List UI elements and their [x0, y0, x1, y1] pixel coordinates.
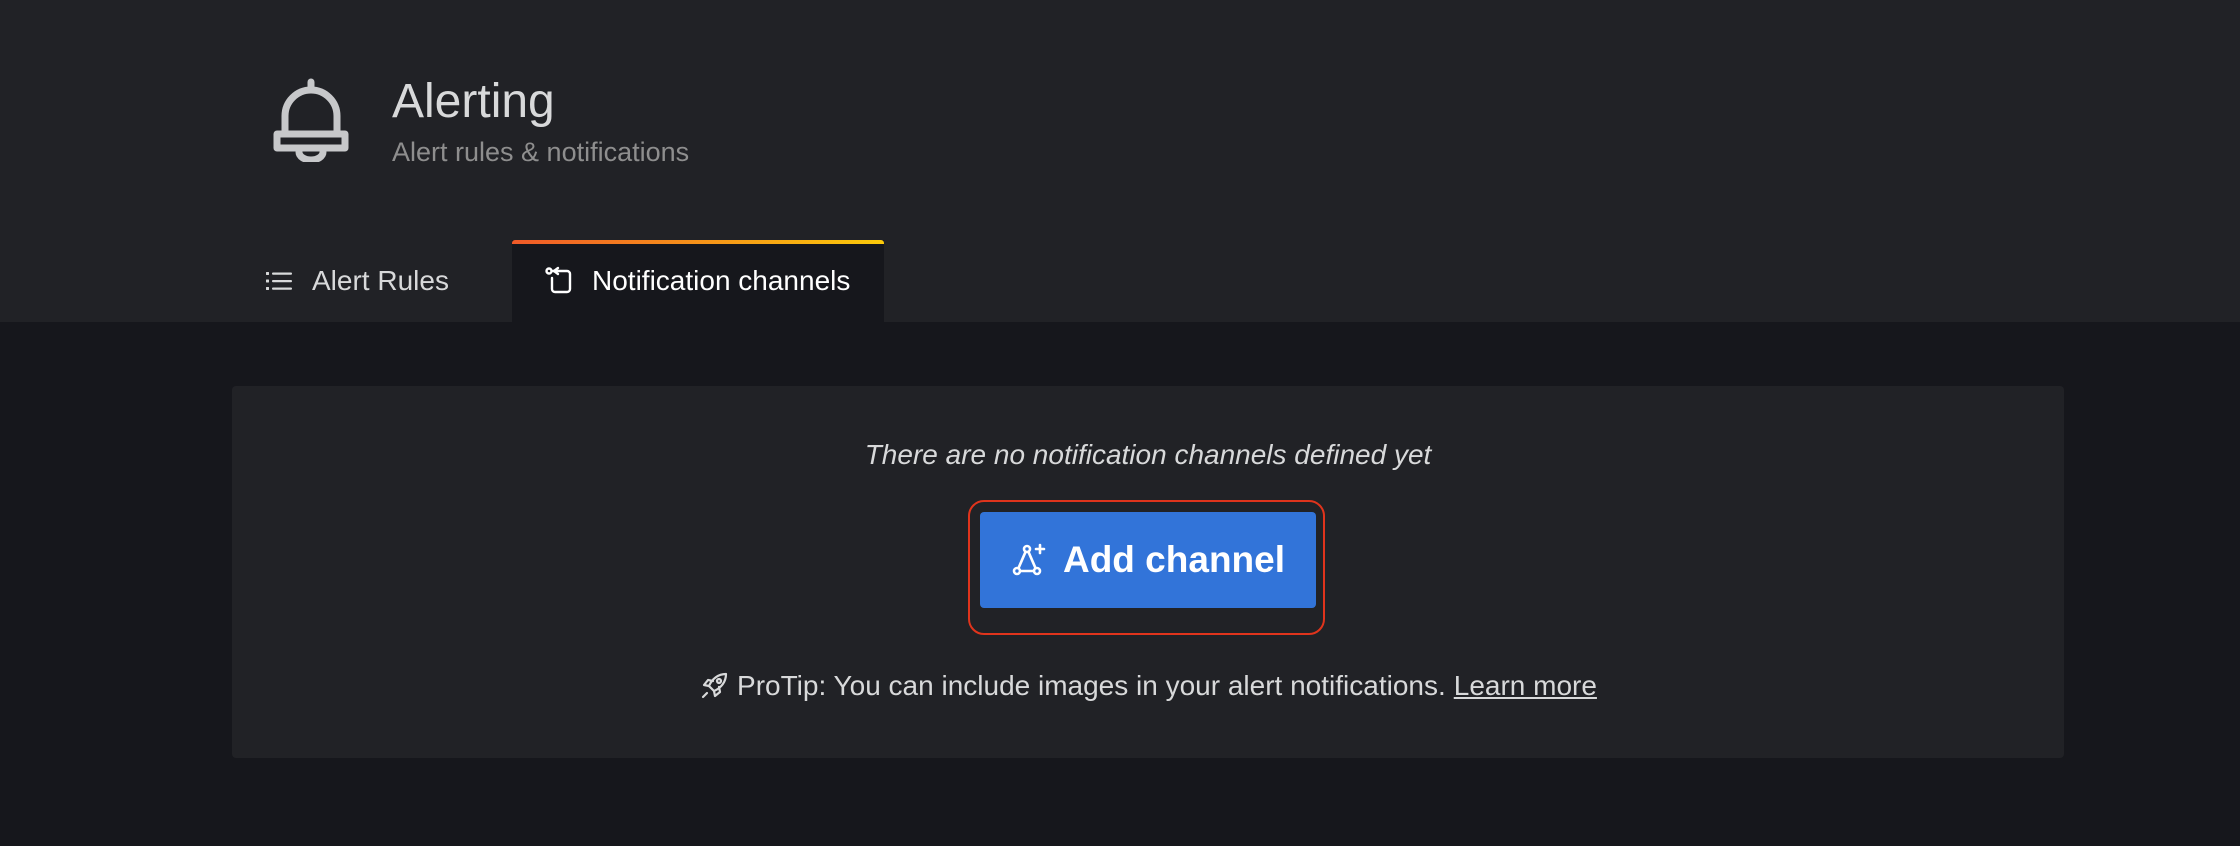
tab-label: Alert Rules: [312, 265, 449, 296]
bell-icon: [273, 78, 349, 162]
learn-more-link[interactable]: Learn more: [1454, 670, 1597, 702]
empty-state-panel: There are no notification channels defin…: [232, 386, 2064, 758]
page-title: Alerting: [392, 75, 555, 128]
empty-state-message: There are no notification channels defin…: [864, 439, 1432, 470]
tab-notification-channels[interactable]: Notification channels: [512, 240, 884, 322]
protip-text: ProTip: You can include images in your a…: [737, 670, 1446, 701]
rocket-icon: [701, 672, 728, 699]
page-subtitle: Alert rules & notifications: [392, 137, 690, 167]
channels-icon: [545, 266, 572, 294]
comment-alt-share-icon: [1012, 543, 1046, 576]
add-channel-label: Add channel: [1062, 539, 1286, 580]
protip: ProTip: You can include images in your a…: [232, 670, 2064, 702]
list-icon: [266, 272, 292, 290]
tab-label: Notification channels: [592, 265, 851, 296]
add-channel-button[interactable]: Add channel: [980, 512, 1316, 608]
tab-alert-rules[interactable]: Alert Rules: [252, 240, 512, 322]
page-header: Alerting Alert rules & notifications Ale…: [0, 0, 2240, 322]
